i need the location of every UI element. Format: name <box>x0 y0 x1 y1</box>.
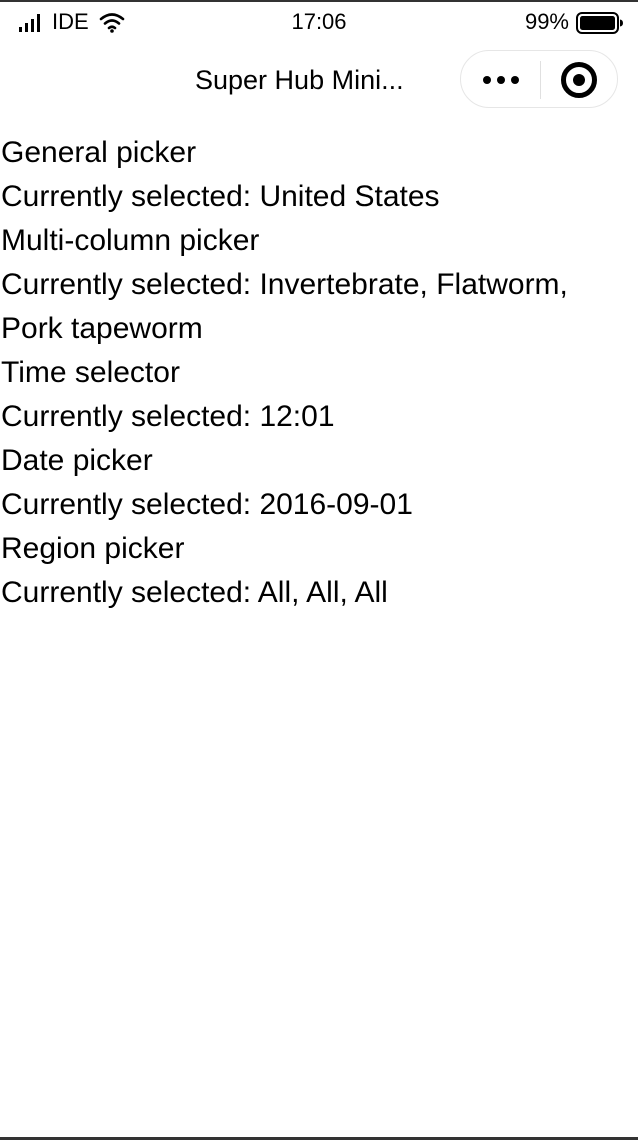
time-selector-value[interactable]: Currently selected: 12:01 <box>1 395 638 439</box>
region-picker-value[interactable]: Currently selected: All, All, All <box>1 571 638 615</box>
close-button[interactable] <box>541 51 619 109</box>
region-picker-label: Region picker <box>1 532 185 565</box>
battery-icon <box>576 12 623 34</box>
date-picker-value[interactable]: Currently selected: 2016-09-01 <box>1 483 638 527</box>
general-picker-label: General picker <box>1 136 197 169</box>
more-button[interactable] <box>461 51 540 109</box>
navigation-bar: Super Hub Mini... <box>0 42 638 118</box>
status-bar: IDE 17:06 99% <box>0 2 638 42</box>
battery-percentage: 99% <box>524 9 569 34</box>
capsule-menu-button <box>460 50 618 108</box>
page-title: Super Hub Mini... <box>195 65 404 95</box>
date-picker-label: Date picker <box>1 444 153 477</box>
multi-column-picker-label: Multi-column picker <box>1 224 260 257</box>
multi-column-picker-value-continued[interactable]: Pork tapeworm <box>1 307 638 351</box>
picker-list: General picker Currently selected: Unite… <box>1 131 638 615</box>
time-selector-label: Time selector <box>1 356 180 389</box>
general-picker-value[interactable]: Currently selected: United States <box>1 175 638 219</box>
multi-column-picker-value[interactable]: Currently selected: Invertebrate, Flatwo… <box>1 263 638 307</box>
